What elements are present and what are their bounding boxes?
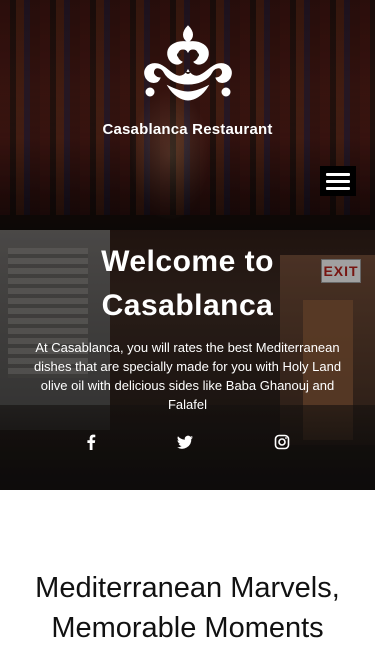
menu-line — [326, 172, 350, 176]
hero-heading-line1: Welcome to — [101, 245, 274, 278]
hero-section: EXIT Casablanca Restaurant Welcome to Ca… — [0, 0, 375, 490]
section-heading: Mediterranean Marvels, Memorable Moments — [35, 572, 340, 644]
menu-line — [326, 186, 350, 190]
hero-heading-line2: Casablanca — [101, 289, 274, 322]
instagram-icon[interactable] — [272, 432, 292, 452]
about-section: Mediterranean Marvels, Memorable Moments — [0, 490, 375, 667]
menu-line — [326, 179, 350, 183]
brand-name[interactable]: Casablanca Restaurant — [0, 121, 375, 138]
hero-heading: Welcome to Casablanca — [0, 240, 375, 328]
hero-intro-text: At Casablanca, you will rates the best M… — [33, 340, 342, 412]
social-links — [0, 432, 375, 452]
twitter-icon[interactable] — [175, 432, 195, 452]
ornamental-logo-icon[interactable] — [138, 22, 238, 104]
facebook-icon[interactable] — [81, 432, 101, 452]
hamburger-menu-icon[interactable] — [320, 166, 356, 196]
